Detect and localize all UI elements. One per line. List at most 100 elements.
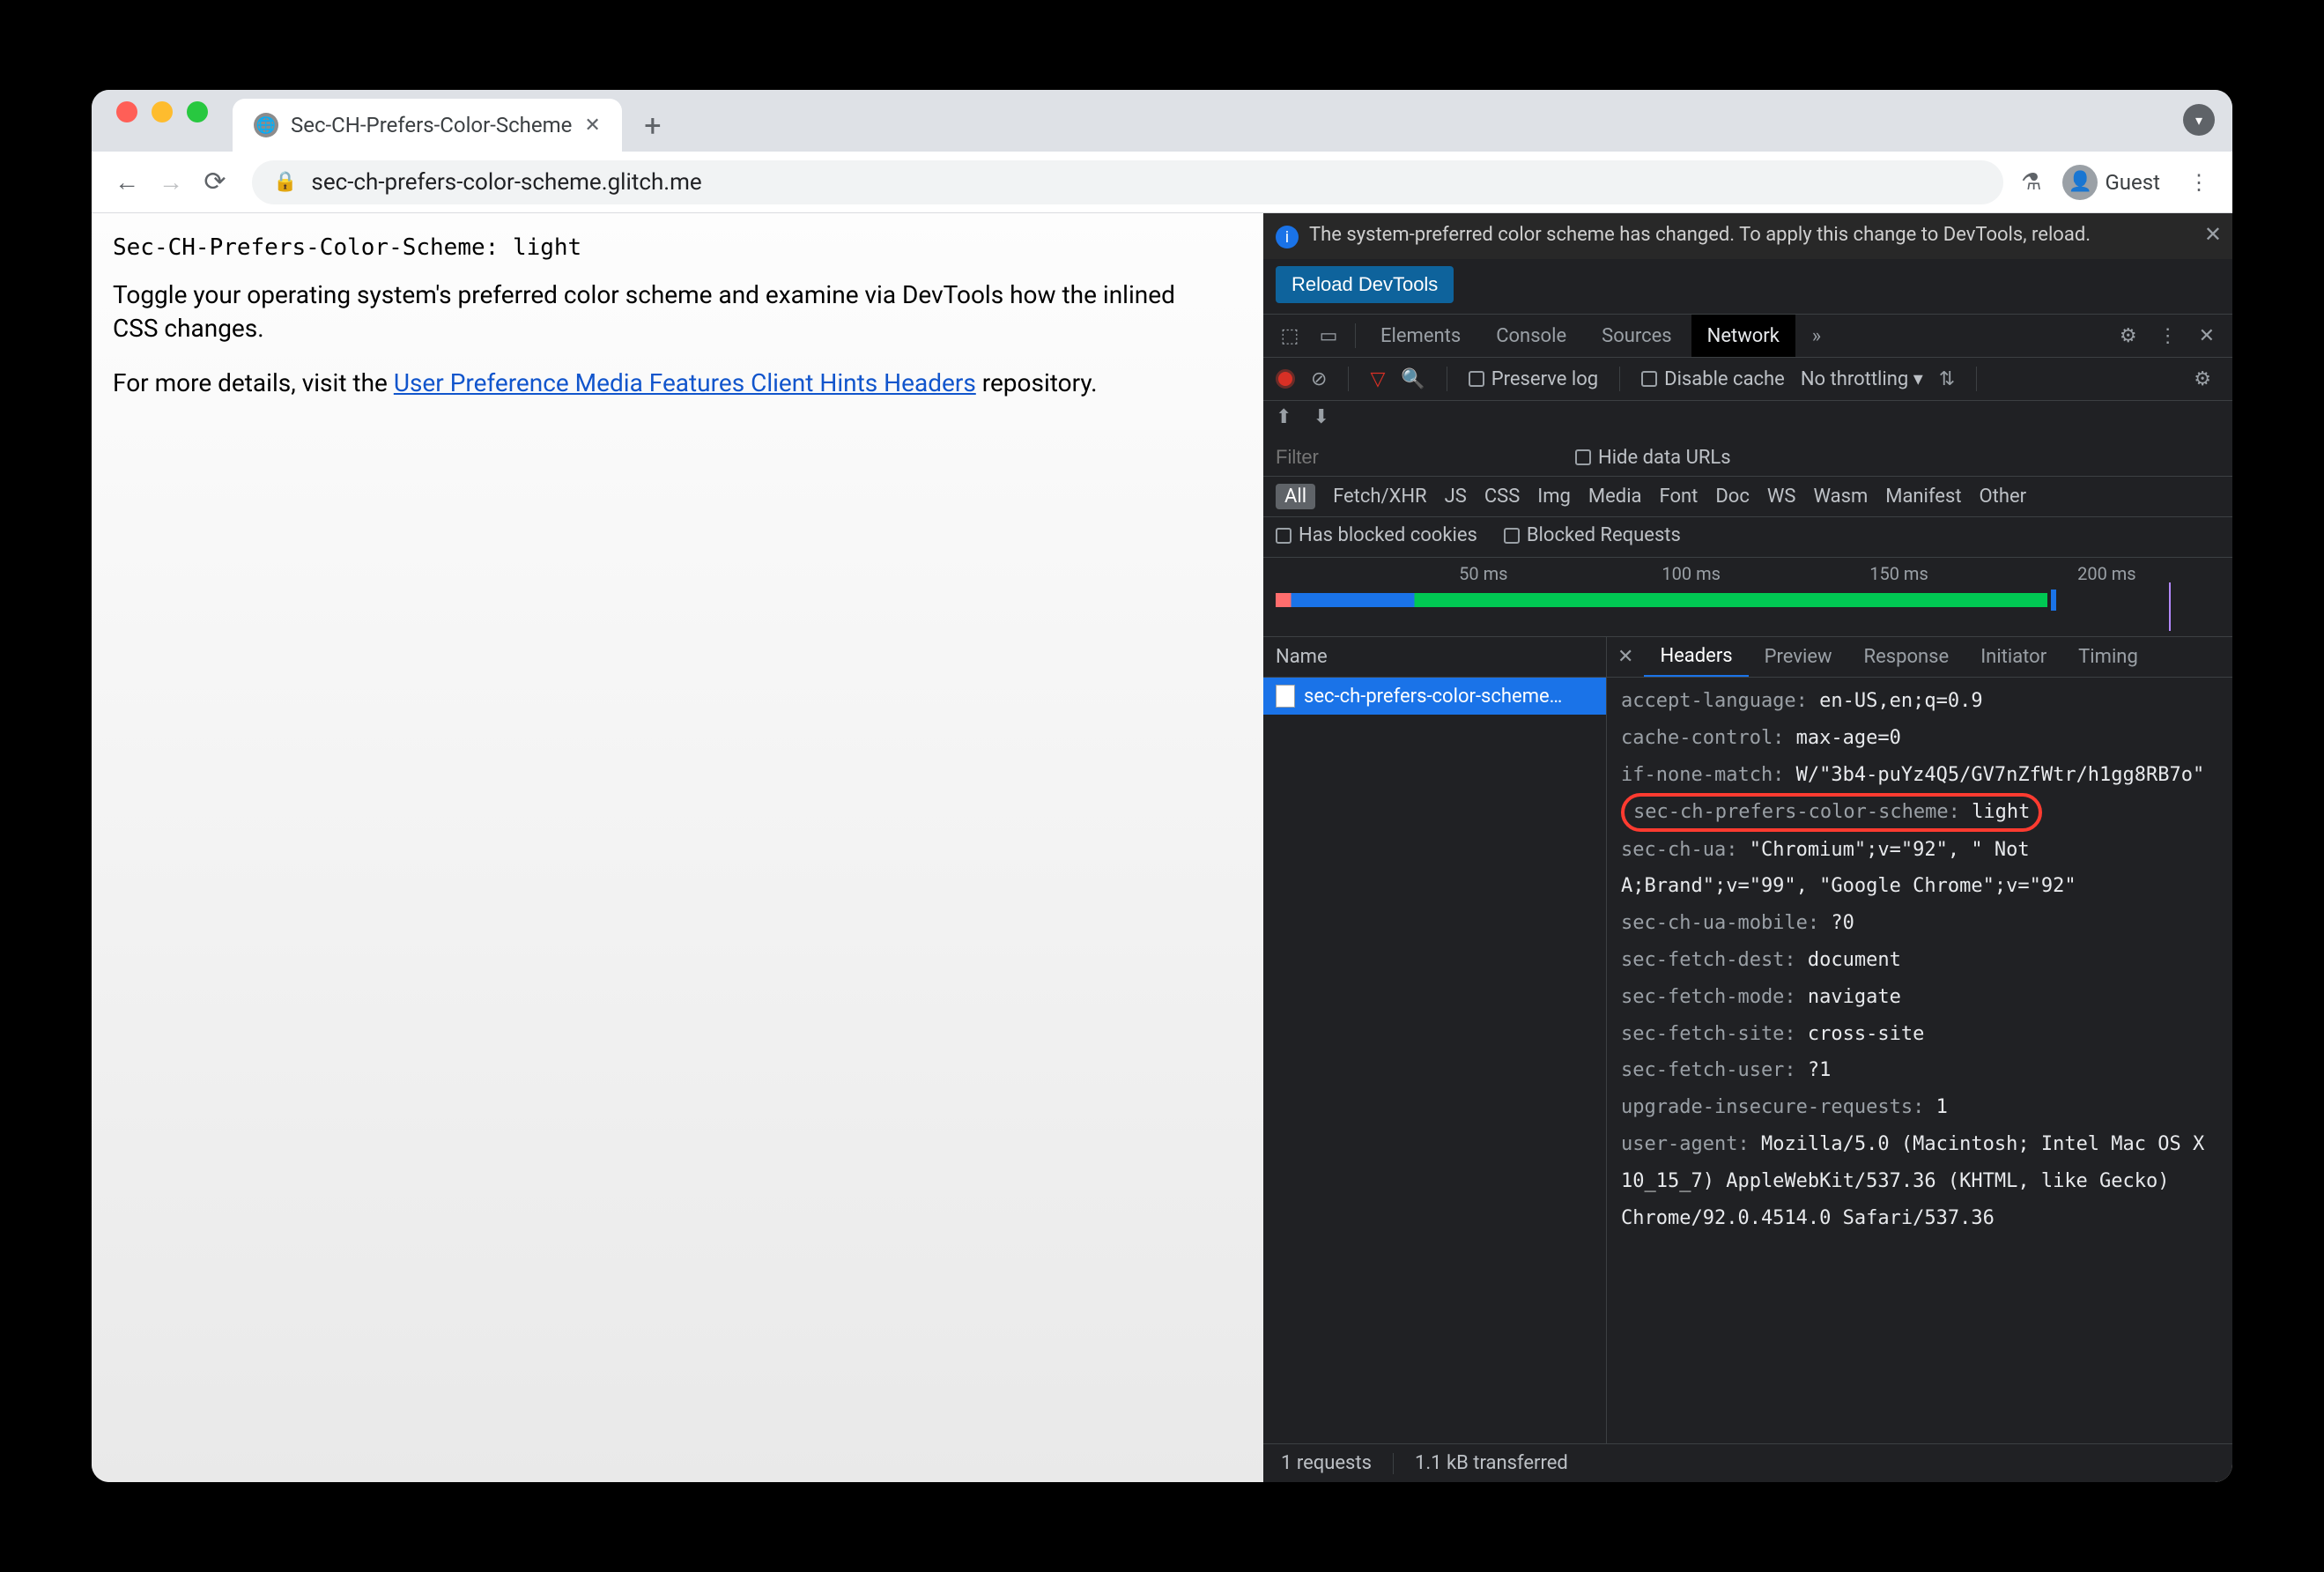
- reload-devtools-button[interactable]: Reload DevTools: [1276, 266, 1454, 303]
- browser-tab[interactable]: 🌐 Sec-CH-Prefers-Color-Scheme ✕: [233, 99, 622, 152]
- lock-icon: 🔒: [273, 171, 297, 193]
- filter-type[interactable]: Font: [1660, 486, 1699, 508]
- profile-button[interactable]: 👤 Guest: [2054, 161, 2169, 204]
- tab-timing[interactable]: Timing: [2062, 637, 2154, 677]
- network-timeline[interactable]: 50 ms 100 ms 150 ms 200 ms: [1263, 558, 2232, 637]
- close-icon[interactable]: ✕: [2204, 222, 2222, 247]
- banner-text: The system-preferred color scheme has ch…: [1309, 224, 2220, 246]
- separator: [1348, 367, 1349, 391]
- tab-preview[interactable]: Preview: [1749, 637, 1848, 677]
- filter-type[interactable]: Wasm: [1813, 486, 1868, 508]
- separator: [1976, 367, 1977, 391]
- device-icon[interactable]: ▭: [1311, 325, 1346, 347]
- new-tab-button[interactable]: +: [631, 104, 675, 148]
- close-icon[interactable]: ✕: [2190, 325, 2224, 347]
- filter-type[interactable]: Fetch/XHR: [1333, 486, 1427, 508]
- record-button[interactable]: [1276, 369, 1295, 389]
- filter-type[interactable]: CSS: [1484, 486, 1520, 508]
- tab-console[interactable]: Console: [1480, 315, 1582, 357]
- tick-label: 100 ms: [1662, 563, 1721, 584]
- status-bar: 1 requests 1.1 kB transferred: [1263, 1443, 2232, 1482]
- kebab-icon[interactable]: ⋮: [2150, 325, 2187, 347]
- tab-sources[interactable]: Sources: [1586, 315, 1688, 357]
- filter-bar: Hide data URLs: [1263, 439, 2232, 477]
- filter-type[interactable]: Doc: [1715, 486, 1750, 508]
- more-tabs-icon[interactable]: »: [1799, 325, 1834, 347]
- tab-initiator[interactable]: Initiator: [1965, 637, 2062, 677]
- close-icon[interactable]: ✕: [1607, 646, 1644, 668]
- load-marker: [2169, 582, 2171, 631]
- inspect-icon[interactable]: ⬚: [1272, 325, 1307, 347]
- request-detail: ✕ Headers Preview Response Initiator Tim…: [1607, 637, 2232, 1443]
- devtools-tabbar: ⬚ ▭ Elements Console Sources Network » ⚙…: [1263, 314, 2232, 358]
- hide-data-urls-checkbox[interactable]: Hide data URLs: [1575, 447, 1731, 469]
- headers-list[interactable]: accept-language: en-US,en;q=0.9cache-con…: [1607, 678, 2232, 1443]
- maximize-window-button[interactable]: [187, 101, 208, 122]
- back-button[interactable]: ←: [107, 163, 146, 202]
- file-icon: [1276, 685, 1295, 708]
- header-row: upgrade-insecure-requests: 1: [1621, 1089, 2218, 1126]
- tab-title: Sec-CH-Prefers-Color-Scheme: [291, 113, 572, 137]
- gear-icon[interactable]: ⚙: [2111, 325, 2146, 347]
- tab-response[interactable]: Response: [1848, 637, 1965, 677]
- status-transferred: 1.1 kB transferred: [1415, 1452, 1568, 1474]
- header-row: sec-ch-prefers-color-scheme: light: [1621, 793, 2218, 831]
- network-toolbar-row2: ⬆ ⬇: [1263, 401, 2232, 439]
- content-area: Sec-CH-Prefers-Color-Scheme: light Toggl…: [92, 213, 2232, 1482]
- download-icon[interactable]: ⬇: [1313, 406, 1329, 428]
- filter-type[interactable]: Other: [1980, 486, 2027, 508]
- detail-tabs: ✕ Headers Preview Response Initiator Tim…: [1607, 637, 2232, 678]
- timeline-bar: [1276, 593, 2047, 607]
- upload-icon[interactable]: ⬆: [1276, 406, 1292, 428]
- tick-label: 50 ms: [1459, 563, 1507, 584]
- header-row: if-none-match: W/"3b4-puYz4Q5/GV7nZfWtr/…: [1621, 757, 2218, 794]
- devtools-panel: i The system-preferred color scheme has …: [1263, 213, 2232, 1482]
- filter-type[interactable]: Media: [1588, 486, 1642, 508]
- para2-post: repository.: [976, 368, 1098, 397]
- request-row[interactable]: sec-ch-prefers-color-scheme…: [1263, 678, 1606, 715]
- tab-network[interactable]: Network: [1691, 315, 1795, 357]
- filter-type-all[interactable]: All: [1276, 484, 1315, 509]
- filter-input[interactable]: [1276, 446, 1558, 469]
- requests-list: Name sec-ch-prefers-color-scheme…: [1263, 637, 1607, 1443]
- header-mono: Sec-CH-Prefers-Color-Scheme: light: [113, 234, 1242, 278]
- filter-type[interactable]: Manifest: [1885, 486, 1961, 508]
- header-row: sec-ch-ua-mobile: ?0: [1621, 905, 2218, 942]
- tick-label: 200 ms: [2077, 563, 2136, 584]
- disable-cache-checkbox[interactable]: Disable cache: [1641, 368, 1785, 390]
- minimize-window-button[interactable]: [152, 101, 173, 122]
- menu-icon[interactable]: ⋮: [2181, 170, 2217, 195]
- forward-button[interactable]: →: [152, 163, 190, 202]
- filter-icon[interactable]: ▽: [1370, 368, 1385, 390]
- tab-list-button[interactable]: ▾: [2183, 104, 2215, 136]
- close-window-button[interactable]: [116, 101, 137, 122]
- page-para-1: Toggle your operating system's preferred…: [113, 278, 1205, 345]
- throttling-select[interactable]: No throttling ▾: [1801, 368, 1923, 390]
- search-icon[interactable]: 🔍: [1401, 368, 1425, 390]
- experiments-icon[interactable]: ⚗: [2021, 169, 2041, 196]
- tab-elements[interactable]: Elements: [1365, 315, 1477, 357]
- blocked-cookies-checkbox[interactable]: Has blocked cookies: [1276, 524, 1477, 546]
- header-row: sec-fetch-dest: document: [1621, 942, 2218, 979]
- repo-link[interactable]: User Preference Media Features Client Hi…: [394, 368, 976, 397]
- preserve-log-checkbox[interactable]: Preserve log: [1469, 368, 1598, 390]
- reload-button[interactable]: ⟳: [196, 163, 234, 202]
- status-requests: 1 requests: [1281, 1452, 1372, 1474]
- column-header-name[interactable]: Name: [1263, 637, 1606, 678]
- address-bar[interactable]: 🔒 sec-ch-prefers-color-scheme.glitch.me: [252, 160, 2003, 204]
- page-para-2: For more details, visit the User Prefere…: [113, 367, 1205, 400]
- blocked-requests-checkbox[interactable]: Blocked Requests: [1504, 524, 1681, 546]
- filter-type[interactable]: Img: [1537, 486, 1571, 508]
- wifi-icon[interactable]: ⇅: [1939, 368, 1955, 390]
- network-toolbar: ⊘ ▽ 🔍 Preserve log Disable cache No thro…: [1263, 358, 2232, 401]
- globe-icon: 🌐: [254, 113, 278, 137]
- blocked-filters: Has blocked cookies Blocked Requests: [1263, 517, 2232, 558]
- filter-type[interactable]: JS: [1445, 486, 1467, 508]
- close-icon[interactable]: ✕: [584, 115, 600, 137]
- tick-label: 150 ms: [1869, 563, 1928, 584]
- header-row: cache-control: max-age=0: [1621, 720, 2218, 757]
- filter-type[interactable]: WS: [1767, 486, 1796, 508]
- clear-icon[interactable]: ⊘: [1311, 368, 1327, 390]
- gear-icon[interactable]: ⚙: [2185, 368, 2220, 390]
- tab-headers[interactable]: Headers: [1644, 637, 1748, 677]
